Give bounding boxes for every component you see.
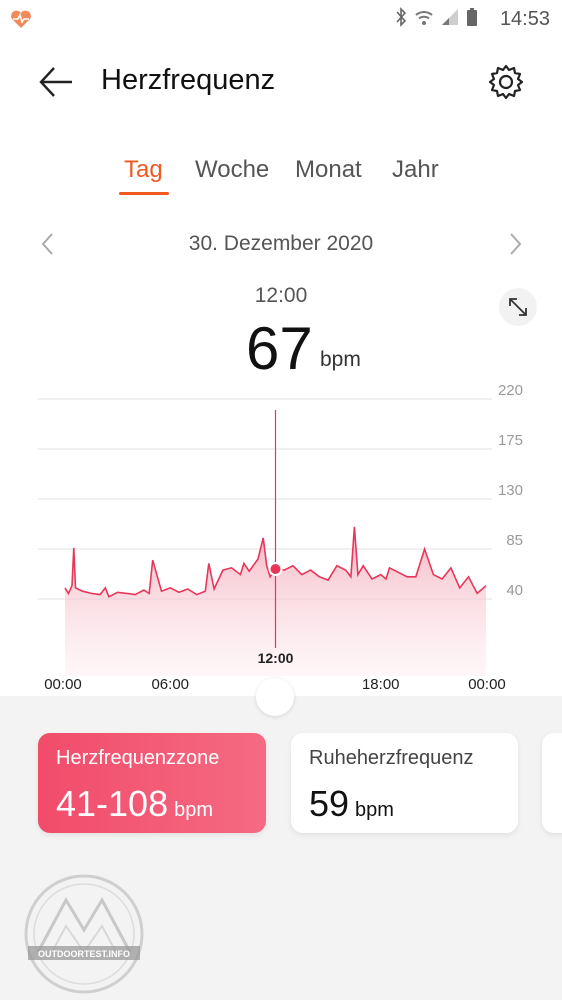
heart-notification-icon [10,9,32,34]
status-icons [394,6,478,32]
y-tick-label: 175 [498,432,523,449]
watermark-logo: OUTDOORTEST.INFO [24,874,144,994]
active-tab-indicator [119,192,169,195]
cursor-dot [268,562,283,576]
chart-scrub-handle[interactable] [256,678,294,716]
arrow-left-icon [39,67,72,97]
battery-icon [466,7,478,32]
selected-bpm-value: 67 [246,315,313,382]
tab-week[interactable]: Woche [195,156,269,184]
resting-heart-rate-card[interactable]: Ruheherzfrequenz 59 bpm [291,733,518,833]
gear-icon [488,64,524,100]
cursor-time-label: 12:00 [258,650,294,666]
watermark-text: OUTDOORTEST.INFO [38,949,130,959]
date-label: 30. Dezember 2020 [188,232,374,255]
next-card-peek[interactable] [542,733,562,833]
y-tick-label: 85 [506,532,523,549]
selected-bpm-unit: bpm [320,348,361,371]
expand-icon [509,298,527,316]
selected-time: 12:00 [254,284,308,307]
x-tick-label: 06:00 [151,676,189,693]
expand-chart-button[interactable] [499,288,537,326]
page-title: Herzfrequenz [101,64,276,96]
zone-card-unit: bpm [174,799,214,821]
x-tick-label: 18:00 [362,676,400,693]
zone-card-label: Herzfrequenzzone [56,747,220,769]
y-tick-label: 220 [498,382,523,399]
tab-year[interactable]: Jahr [392,156,439,184]
rest-card-value: 59 [309,783,350,824]
chevron-right-icon [510,233,522,255]
rest-card-unit: bpm [355,799,394,821]
zone-card-value: 41-108 [56,783,169,824]
bluetooth-icon [394,6,408,32]
y-tick-label: 130 [498,482,523,499]
period-tabs: Tag Woche Monat Jahr [0,150,562,200]
tab-day[interactable]: Tag [124,156,163,184]
back-button[interactable] [36,62,76,102]
heart-rate-zone-card[interactable]: Herzfrequenzzone 41-108 bpm [38,733,266,833]
tab-month[interactable]: Monat [295,156,362,184]
x-tick-label: 00:00 [468,676,506,693]
x-tick-label: 00:00 [44,676,82,693]
wifi-icon [414,8,434,31]
next-day-button[interactable] [505,230,525,258]
y-tick-label: 40 [506,582,523,599]
rest-card-label: Ruheherzfrequenz [309,747,474,769]
heart-rate-chart[interactable]: 220 175 130 85 40 12:00 00:00 06:00 18:00 00:00 [0,380,562,700]
settings-button[interactable] [486,62,526,102]
signal-icon [440,8,460,31]
status-time: 14:53 [499,8,550,30]
